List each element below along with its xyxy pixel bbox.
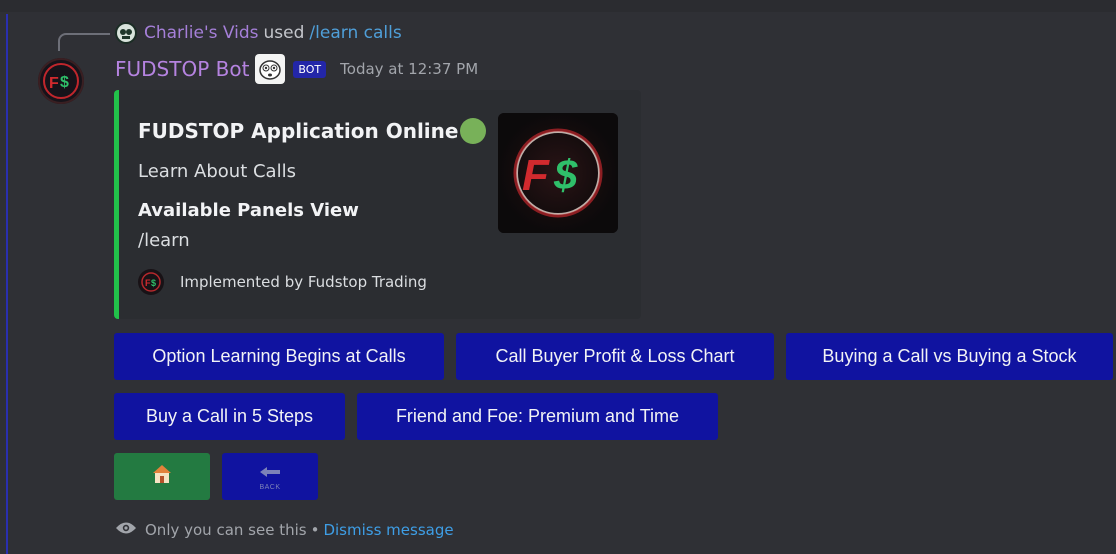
svg-text:$: $ — [151, 278, 156, 288]
back-arrow-icon — [258, 462, 282, 483]
reply-used-text: used — [263, 23, 305, 43]
author-name[interactable]: FUDSTOP Bot — [115, 57, 249, 81]
embed-card: FUDSTOP Application Online Learn About C… — [114, 90, 641, 319]
message-timestamp[interactable]: Today at 12:37 PM — [340, 60, 478, 78]
embed-field-value: /learn — [138, 230, 190, 251]
separator: • — [310, 521, 320, 539]
message-header: FUDSTOP Bot BOT Today at 12:37 PM — [115, 54, 478, 84]
green-circle-icon — [460, 118, 487, 144]
bot-tag: BOT — [293, 60, 327, 78]
ephemeral-notice: Only you can see this • Dismiss message — [115, 518, 454, 542]
embed-title-text: FUDSTOP Application Online — [138, 119, 459, 143]
embed-thumbnail[interactable]: F $ — [498, 113, 618, 233]
peeking-face-emoji-icon — [255, 54, 286, 84]
embed-footer: F $ Implemented by Fudstop Trading — [138, 268, 427, 296]
embed-description: Learn About Calls — [138, 161, 296, 182]
embed-title: FUDSTOP Application Online — [138, 118, 487, 144]
dismiss-message-link[interactable]: Dismiss message — [323, 521, 453, 539]
back-label: BACK — [259, 484, 281, 491]
svg-text:$: $ — [60, 74, 69, 91]
profit-loss-chart-button[interactable]: Call Buyer Profit & Loss Chart — [456, 333, 774, 380]
embed-footer-text: Implemented by Fudstop Trading — [180, 273, 427, 291]
buy-call-steps-button[interactable]: Buy a Call in 5 Steps — [114, 393, 345, 440]
svg-text:F: F — [49, 75, 59, 92]
top-border — [0, 0, 1116, 12]
highlight-bar — [6, 14, 8, 554]
reply-user-avatar[interactable] — [115, 22, 137, 44]
footer-logo-icon: F $ — [138, 269, 164, 295]
back-button[interactable]: BACK — [222, 453, 318, 500]
reply-connector — [58, 33, 110, 51]
friend-foe-button[interactable]: Friend and Foe: Premium and Time — [357, 393, 718, 440]
embed-field-name: Available Panels View — [138, 200, 359, 221]
reply-context[interactable]: Charlie's Vids used /learn calls — [115, 20, 402, 46]
reply-command[interactable]: /learn calls — [309, 23, 401, 43]
home-button[interactable] — [114, 453, 210, 500]
call-vs-stock-button[interactable]: Buying a Call vs Buying a Stock — [786, 333, 1113, 380]
reply-username[interactable]: Charlie's Vids — [144, 23, 259, 43]
svg-text:F: F — [522, 151, 550, 200]
svg-text:$: $ — [553, 151, 578, 198]
ephemeral-text: Only you can see this — [145, 521, 307, 539]
option-learning-button[interactable]: Option Learning Begins at Calls — [114, 333, 444, 380]
bot-avatar[interactable]: F $ — [38, 58, 84, 104]
eye-icon — [115, 521, 137, 539]
house-icon — [151, 464, 173, 489]
